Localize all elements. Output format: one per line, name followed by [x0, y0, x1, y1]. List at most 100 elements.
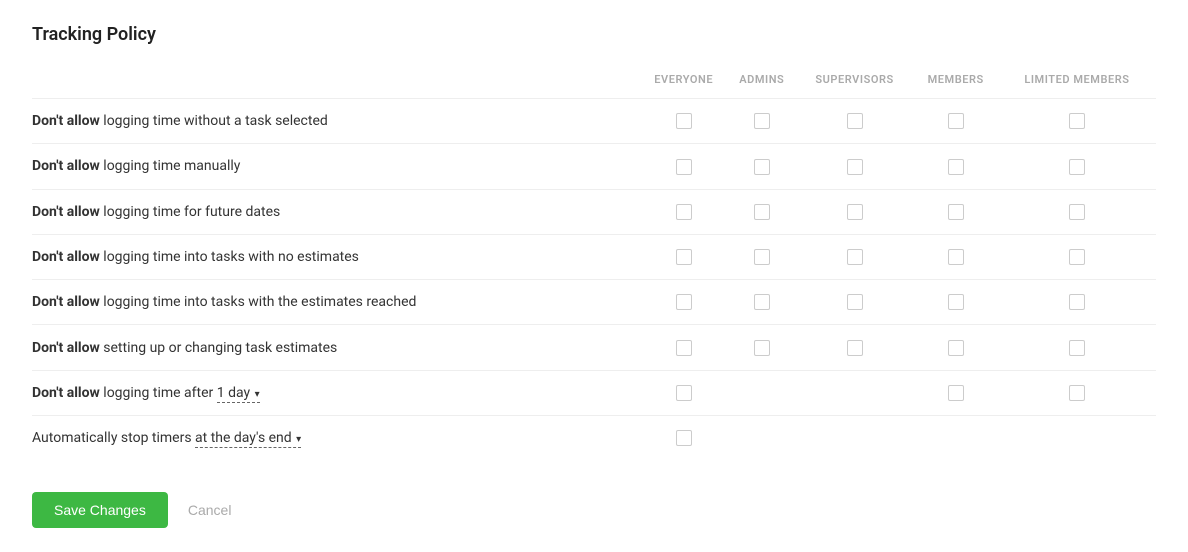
checkbox-4-everyone[interactable]: [676, 294, 692, 310]
cell-6-everyone: [640, 370, 728, 415]
table-row: Don't allow logging time without a task …: [32, 99, 1156, 144]
cell-1-supervisors: [796, 144, 914, 189]
cell-0-supervisors: [796, 99, 914, 144]
col-header-supervisors: Supervisors: [796, 65, 914, 99]
cell-3-admins: [728, 234, 796, 279]
cell-1-everyone: [640, 144, 728, 189]
checkbox-5-members[interactable]: [948, 340, 964, 356]
policy-label-2: Don't allow logging time for future date…: [32, 189, 640, 234]
cell-2-supervisors: [796, 189, 914, 234]
checkbox-5-admins[interactable]: [754, 340, 770, 356]
cell-0-admins: [728, 99, 796, 144]
page-title: Tracking Policy: [32, 24, 1156, 45]
cell-7-everyone: [640, 416, 728, 461]
checkbox-0-supervisors[interactable]: [847, 113, 863, 129]
cell-4-limited_members: [998, 280, 1156, 325]
checkbox-0-limited_members[interactable]: [1069, 113, 1085, 129]
col-header-admins: Admins: [728, 65, 796, 99]
cell-3-supervisors: [796, 234, 914, 279]
col-header-limited-members: Limited Members: [998, 65, 1156, 99]
cell-4-admins: [728, 280, 796, 325]
cell-4-supervisors: [796, 280, 914, 325]
table-row: Don't allow setting up or changing task …: [32, 325, 1156, 370]
cell-0-members: [913, 99, 997, 144]
checkbox-0-members[interactable]: [948, 113, 964, 129]
cell-2-admins: [728, 189, 796, 234]
checkbox-4-admins[interactable]: [754, 294, 770, 310]
checkbox-5-everyone[interactable]: [676, 340, 692, 356]
cell-5-limited_members: [998, 325, 1156, 370]
checkbox-6-limited_members[interactable]: [1069, 385, 1085, 401]
checkbox-2-everyone[interactable]: [676, 204, 692, 220]
checkbox-1-supervisors[interactable]: [847, 159, 863, 175]
checkbox-1-admins[interactable]: [754, 159, 770, 175]
table-row: Automatically stop timers at the day's e…: [32, 416, 1156, 461]
checkbox-6-everyone[interactable]: [676, 385, 692, 401]
checkbox-3-everyone[interactable]: [676, 249, 692, 265]
table-row: Don't allow logging time into tasks with…: [32, 280, 1156, 325]
checkbox-4-members[interactable]: [948, 294, 964, 310]
checkbox-3-limited_members[interactable]: [1069, 249, 1085, 265]
checkbox-4-limited_members[interactable]: [1069, 294, 1085, 310]
cell-7-admins: [728, 416, 796, 461]
cell-7-limited_members: [998, 416, 1156, 461]
cell-3-everyone: [640, 234, 728, 279]
checkbox-2-supervisors[interactable]: [847, 204, 863, 220]
cancel-button[interactable]: Cancel: [184, 492, 236, 528]
checkbox-3-admins[interactable]: [754, 249, 770, 265]
cell-1-admins: [728, 144, 796, 189]
cell-5-admins: [728, 325, 796, 370]
cell-5-everyone: [640, 325, 728, 370]
table-row: Don't allow logging time manually: [32, 144, 1156, 189]
cell-1-members: [913, 144, 997, 189]
checkbox-5-limited_members[interactable]: [1069, 340, 1085, 356]
policy-table: Everyone Admins Supervisors Members Limi…: [32, 65, 1156, 460]
checkbox-3-members[interactable]: [948, 249, 964, 265]
cell-3-limited_members: [998, 234, 1156, 279]
policy-label-4: Don't allow logging time into tasks with…: [32, 280, 640, 325]
cell-1-limited_members: [998, 144, 1156, 189]
cell-6-supervisors: [796, 370, 914, 415]
checkbox-6-members[interactable]: [948, 385, 964, 401]
cell-7-members: [913, 416, 997, 461]
cell-2-everyone: [640, 189, 728, 234]
footer: Save Changes Cancel: [32, 492, 1156, 528]
table-row: Don't allow logging time for future date…: [32, 189, 1156, 234]
table-row: Don't allow logging time after 1 day ▾: [32, 370, 1156, 415]
dropdown-7[interactable]: at the day's end ▾: [195, 430, 301, 448]
save-button[interactable]: Save Changes: [32, 492, 168, 528]
checkbox-4-supervisors[interactable]: [847, 294, 863, 310]
policy-label-0: Don't allow logging time without a task …: [32, 99, 640, 144]
checkbox-7-everyone[interactable]: [676, 430, 692, 446]
checkbox-5-supervisors[interactable]: [847, 340, 863, 356]
checkbox-1-limited_members[interactable]: [1069, 159, 1085, 175]
cell-3-members: [913, 234, 997, 279]
dropdown-6[interactable]: 1 day ▾: [217, 385, 260, 403]
col-header-policy: [32, 65, 640, 99]
col-header-everyone: Everyone: [640, 65, 728, 99]
cell-5-members: [913, 325, 997, 370]
table-row: Don't allow logging time into tasks with…: [32, 234, 1156, 279]
policy-label-1: Don't allow logging time manually: [32, 144, 640, 189]
checkbox-0-everyone[interactable]: [676, 113, 692, 129]
checkbox-1-everyone[interactable]: [676, 159, 692, 175]
cell-6-members: [913, 370, 997, 415]
policy-label-3: Don't allow logging time into tasks with…: [32, 234, 640, 279]
policy-label-7: Automatically stop timers at the day's e…: [32, 416, 640, 461]
cell-2-limited_members: [998, 189, 1156, 234]
cell-4-everyone: [640, 280, 728, 325]
cell-6-admins: [728, 370, 796, 415]
policy-label-5: Don't allow setting up or changing task …: [32, 325, 640, 370]
cell-5-supervisors: [796, 325, 914, 370]
checkbox-2-limited_members[interactable]: [1069, 204, 1085, 220]
checkbox-3-supervisors[interactable]: [847, 249, 863, 265]
checkbox-2-members[interactable]: [948, 204, 964, 220]
cell-6-limited_members: [998, 370, 1156, 415]
cell-7-supervisors: [796, 416, 914, 461]
cell-0-limited_members: [998, 99, 1156, 144]
cell-0-everyone: [640, 99, 728, 144]
cell-2-members: [913, 189, 997, 234]
checkbox-1-members[interactable]: [948, 159, 964, 175]
checkbox-0-admins[interactable]: [754, 113, 770, 129]
checkbox-2-admins[interactable]: [754, 204, 770, 220]
